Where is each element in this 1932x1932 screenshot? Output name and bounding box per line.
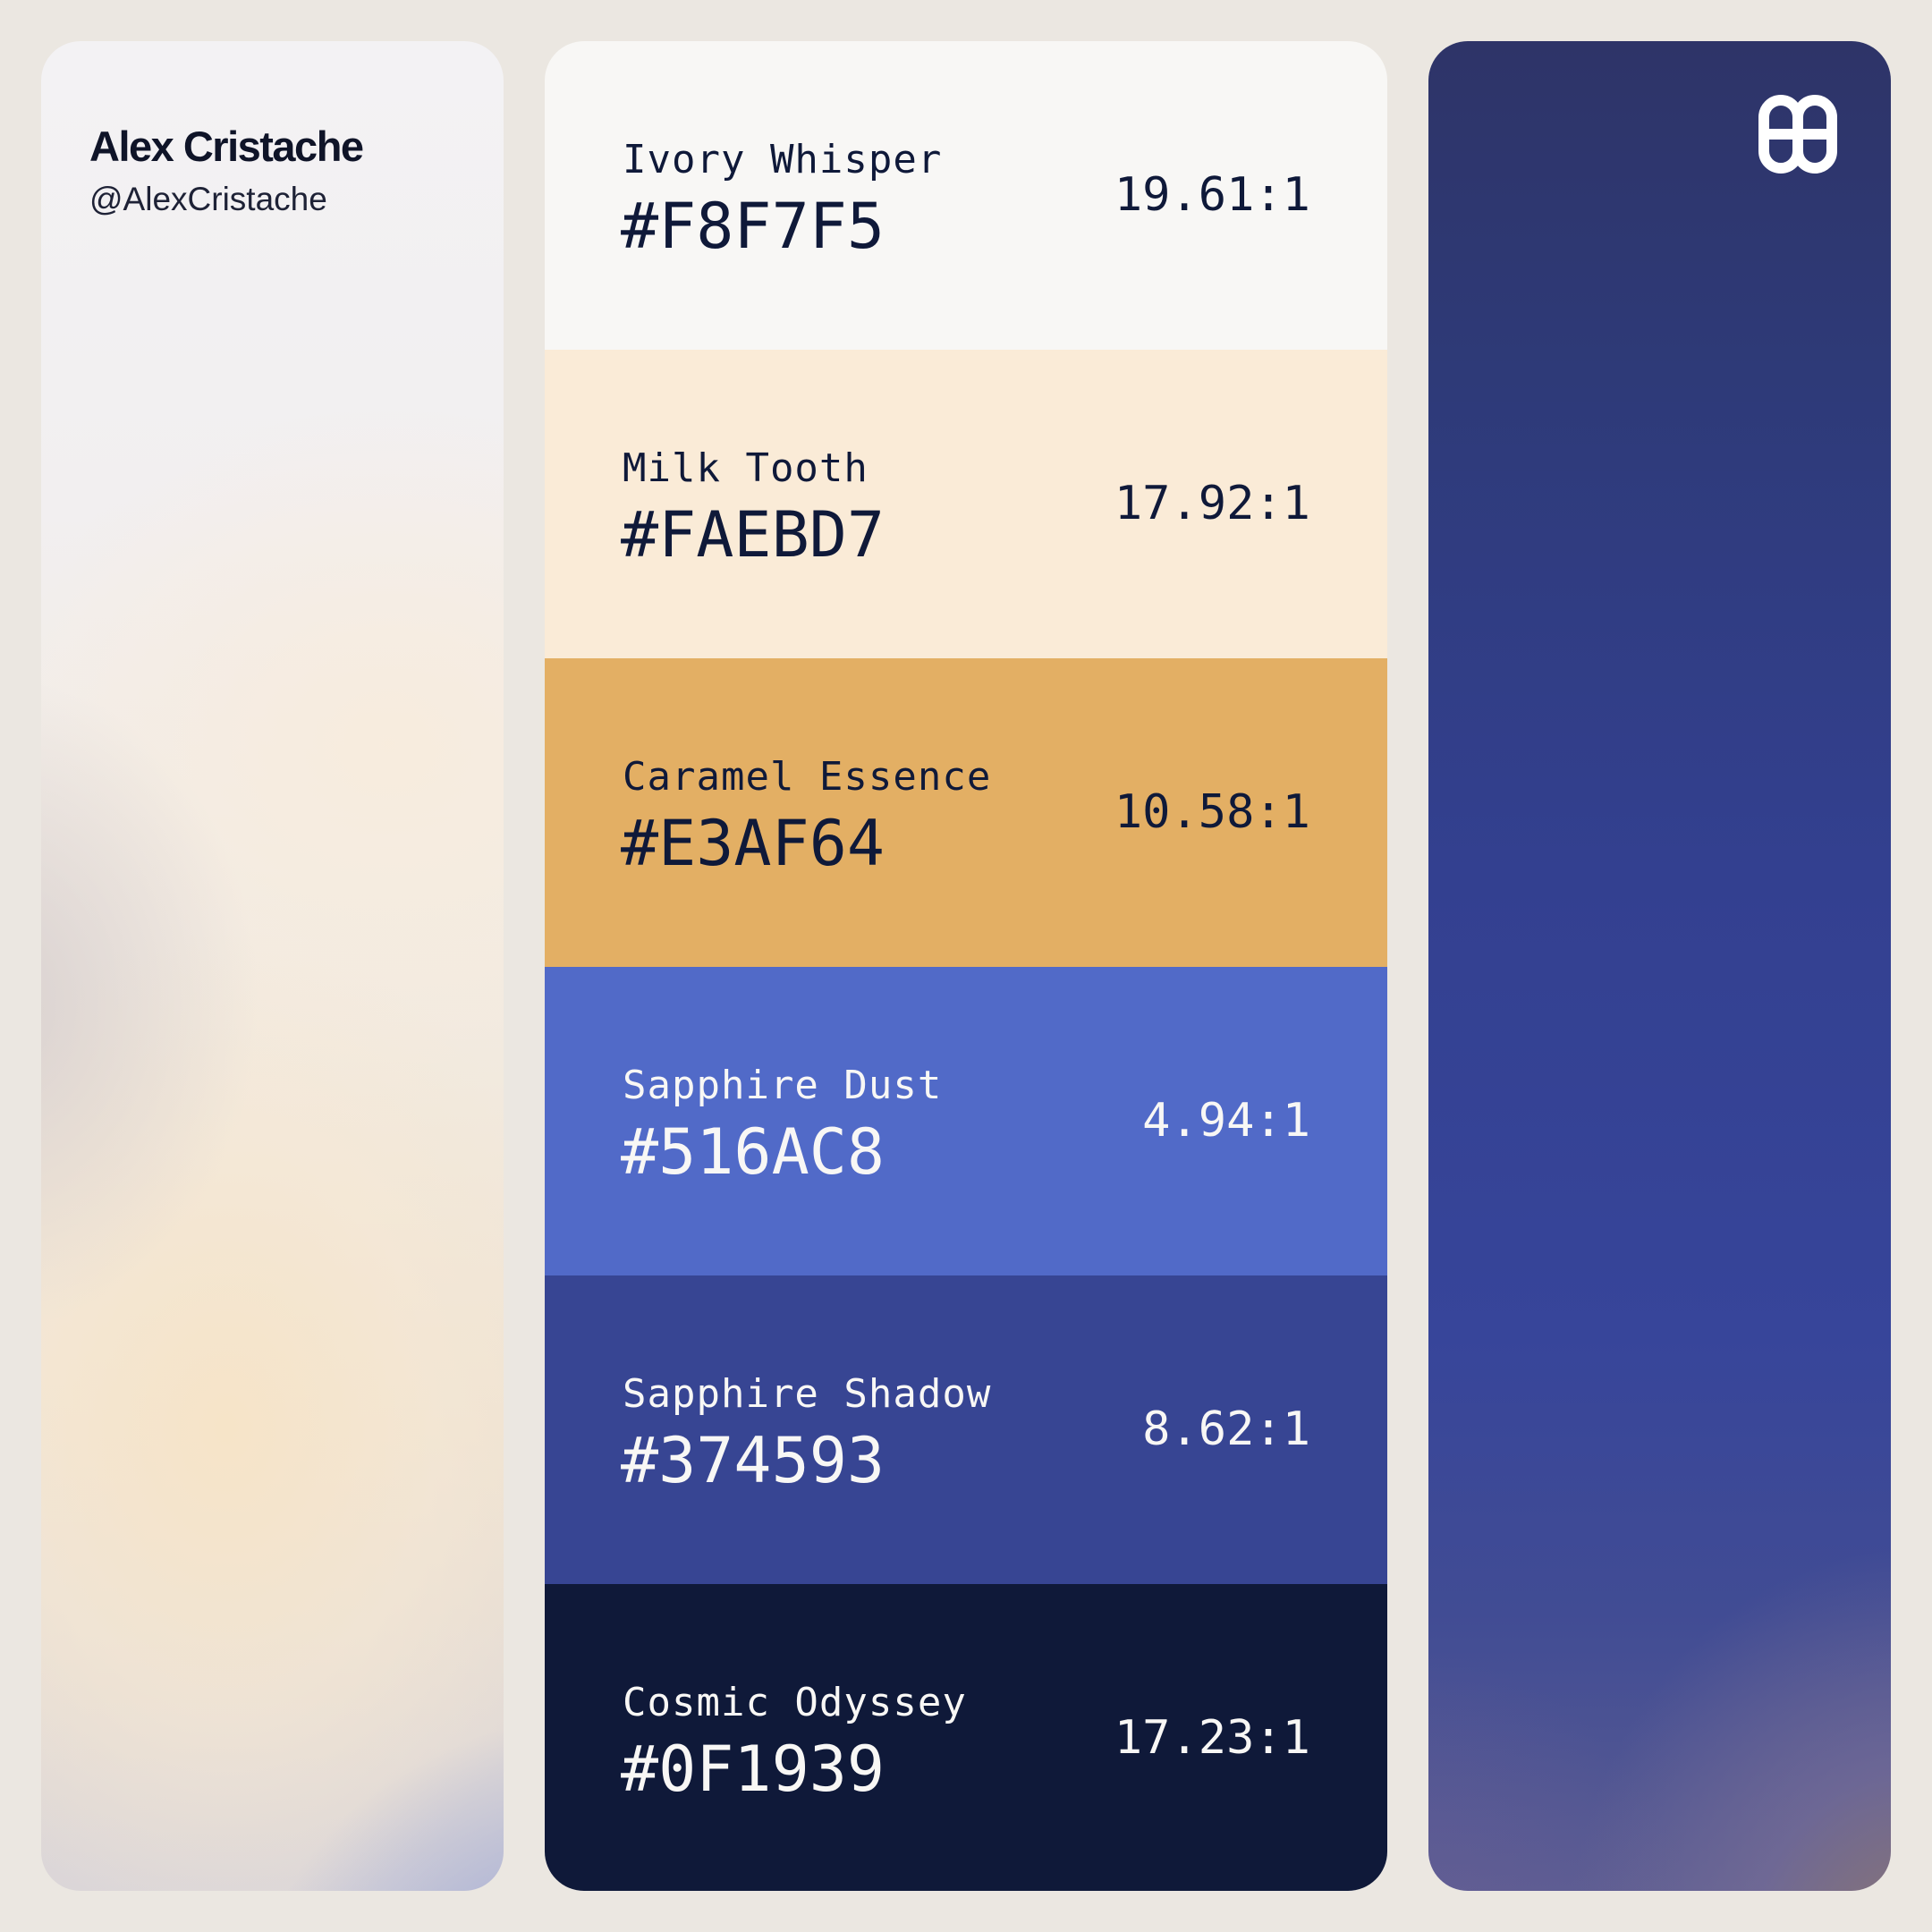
swatch-name: Caramel Essence (623, 754, 992, 800)
contrast-ratio: 8.62:1 (1142, 1402, 1310, 1456)
author-handle: @AlexCristache (89, 181, 327, 217)
double-loop-logo-icon (1758, 95, 1837, 174)
swatch-hex: #FAEBD7 (621, 498, 886, 572)
swatch-hex: #E3AF64 (621, 807, 886, 880)
swatch-hex: #F8F7F5 (621, 190, 886, 263)
author-name: Alex Cristache (89, 123, 364, 170)
contrast-ratio: 10.58:1 (1114, 785, 1310, 839)
swatch-hex: #516AC8 (621, 1115, 886, 1189)
gradient-panel-dark (1428, 41, 1891, 1891)
palette-card: Alex Cristache @AlexCristache Ivory Whis… (0, 0, 1932, 1932)
swatch-name: Cosmic Odyssey (623, 1680, 967, 1725)
contrast-ratio: 17.23:1 (1114, 1711, 1310, 1765)
contrast-ratio: 4.94:1 (1142, 1094, 1310, 1148)
swatch-name: Sapphire Dust (623, 1063, 943, 1108)
swatch-hex: #374593 (621, 1424, 886, 1497)
contrast-ratio: 17.92:1 (1114, 477, 1310, 530)
swatch-cosmic-odyssey: Cosmic Odyssey #0F1939 17.23:1 (545, 1584, 1387, 1891)
swatch-milk-tooth: Milk Tooth #FAEBD7 17.92:1 (545, 350, 1387, 658)
swatch-caramel-essence: Caramel Essence #E3AF64 10.58:1 (545, 658, 1387, 967)
swatch-sapphire-shadow: Sapphire Shadow #374593 8.62:1 (545, 1275, 1387, 1584)
swatch-ivory-whisper: Ivory Whisper #F8F7F5 19.61:1 (545, 41, 1387, 350)
swatch-name: Ivory Whisper (623, 137, 943, 182)
color-swatch-list: Ivory Whisper #F8F7F5 19.61:1 Milk Tooth… (545, 41, 1387, 1891)
swatch-name: Milk Tooth (623, 445, 869, 491)
swatch-name: Sapphire Shadow (623, 1371, 992, 1417)
contrast-ratio: 19.61:1 (1114, 168, 1310, 222)
swatch-sapphire-dust: Sapphire Dust #516AC8 4.94:1 (545, 967, 1387, 1275)
swatch-hex: #0F1939 (621, 1733, 886, 1806)
gradient-panel-light: Alex Cristache @AlexCristache (41, 41, 504, 1891)
